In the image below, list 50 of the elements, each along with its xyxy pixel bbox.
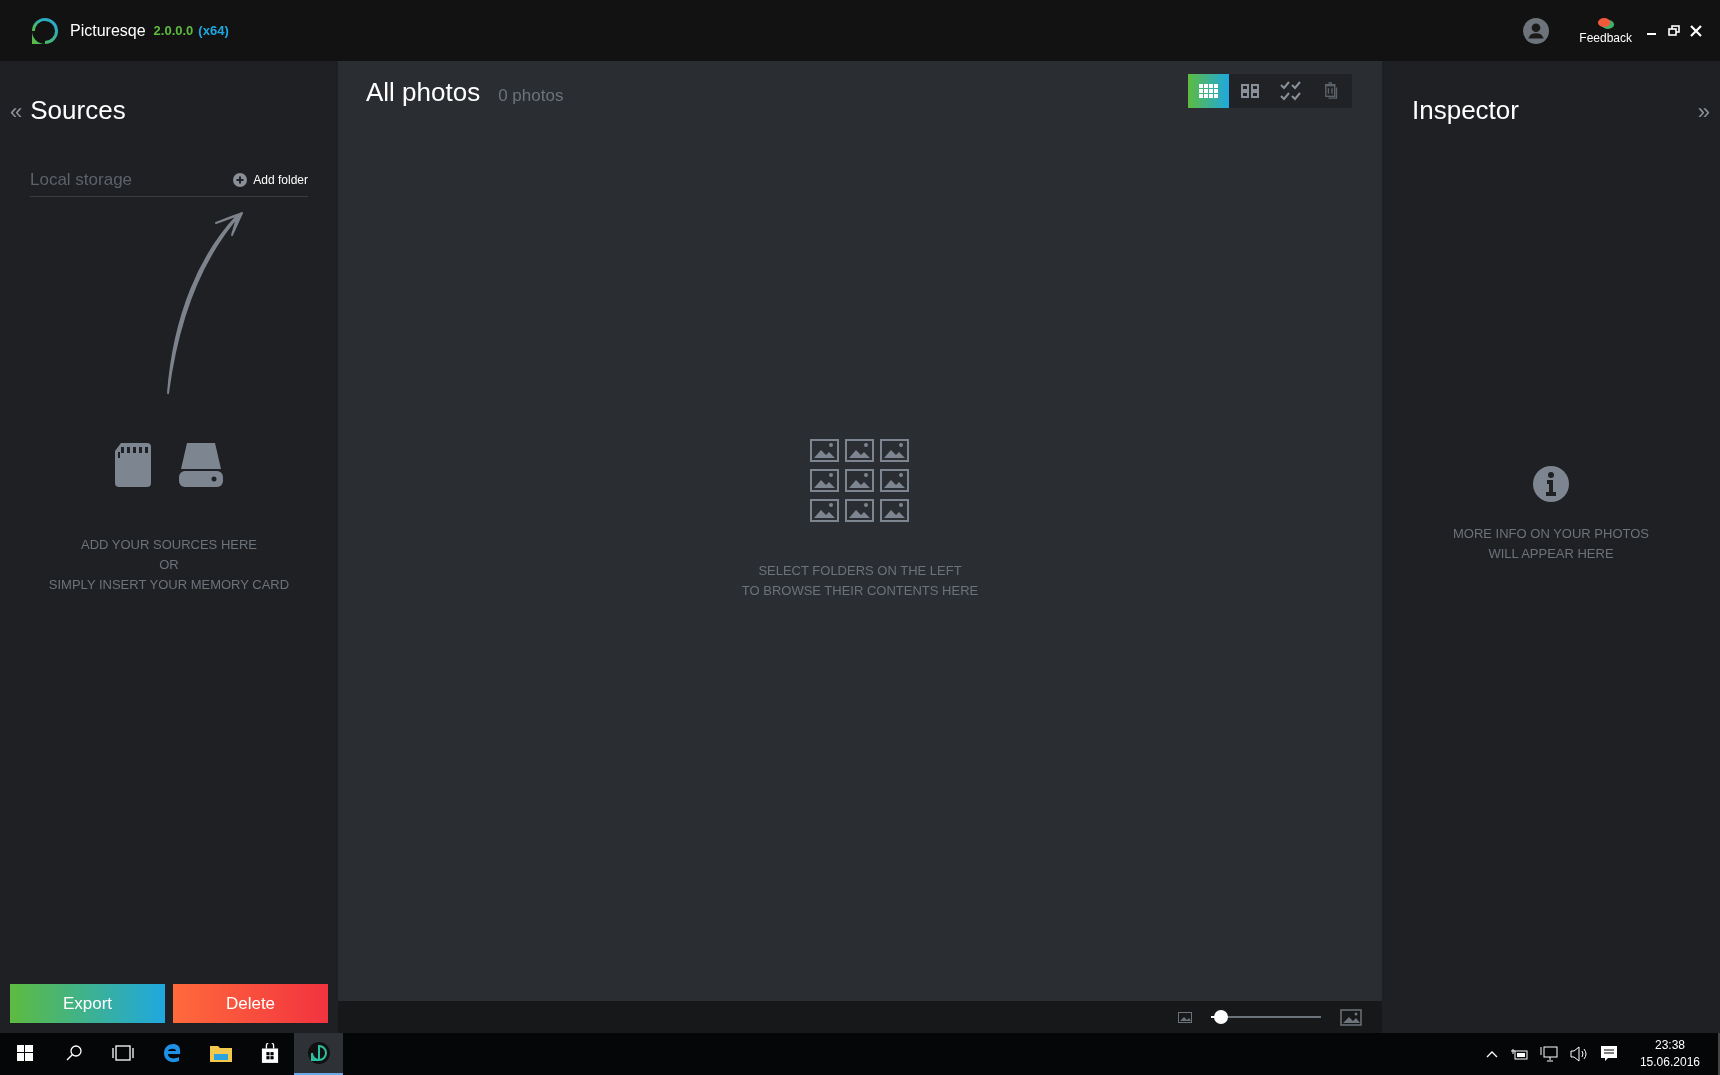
storage-field[interactable]: Local storage bbox=[30, 170, 234, 190]
photo-grid-icon bbox=[810, 438, 910, 523]
app-version: 2.0.0.0 bbox=[153, 23, 194, 38]
restore-icon[interactable] bbox=[1668, 24, 1680, 37]
shopping-bag-icon bbox=[260, 1043, 279, 1063]
large-image-icon bbox=[1340, 1008, 1362, 1026]
empty-hint: SELECT FOLDERS ON THE LEFT TO BROWSE THEIR CONTENTS HERE bbox=[741, 561, 979, 600]
slider-thumb[interactable] bbox=[1213, 1010, 1228, 1024]
collapse-toggle[interactable]: « bbox=[10, 99, 23, 125]
panel-title: Sources bbox=[30, 95, 126, 126]
expand-toggle[interactable]: » bbox=[1697, 99, 1710, 125]
view-title: All photos bbox=[366, 76, 481, 108]
grid-icon bbox=[1198, 83, 1219, 98]
app-name: Picturesqe bbox=[70, 21, 146, 40]
clock-time: 23:38 bbox=[1654, 1037, 1685, 1054]
sources-hint: ADD YOUR SOURCES HERE OR SIMPLY INSERT YOUR MEMORY CARD bbox=[47, 536, 291, 594]
folder-icon bbox=[209, 1044, 232, 1062]
task-view-icon bbox=[111, 1045, 134, 1061]
taskbar-button[interactable] bbox=[294, 1033, 343, 1075]
checkmarks-icon bbox=[1279, 80, 1302, 101]
chevron-up-icon[interactable] bbox=[1485, 1050, 1498, 1058]
feedback-button[interactable]: Feedback bbox=[1579, 16, 1632, 45]
hard-drive-icon bbox=[179, 443, 223, 487]
view-mode-tab[interactable] bbox=[1188, 73, 1229, 108]
panel-title: Inspector bbox=[1412, 95, 1519, 126]
plus-icon bbox=[233, 173, 248, 187]
small-image-icon bbox=[1178, 1011, 1192, 1023]
app-architecture: (x64) bbox=[198, 23, 229, 38]
notification-icon[interactable] bbox=[1599, 1045, 1618, 1063]
add-folder-button[interactable]: Add folder bbox=[233, 173, 308, 187]
speaker-icon[interactable] bbox=[1569, 1046, 1588, 1062]
app-logo-icon bbox=[30, 15, 60, 46]
tiles-icon bbox=[1240, 83, 1259, 98]
delete-button[interactable]: Delete bbox=[173, 984, 328, 1023]
info-icon bbox=[1533, 465, 1569, 502]
trash-stack-icon bbox=[1323, 81, 1340, 100]
user-avatar-icon[interactable] bbox=[1523, 17, 1550, 44]
memory-card-icon bbox=[115, 443, 151, 487]
clock-date: 15.06.2016 bbox=[1639, 1054, 1700, 1071]
windows-logo-icon bbox=[16, 1045, 33, 1061]
close-icon[interactable] bbox=[1690, 24, 1702, 37]
search-icon bbox=[65, 1045, 82, 1061]
app-logo-icon bbox=[307, 1042, 330, 1064]
photo-count: 0 photos bbox=[498, 84, 564, 106]
battery-icon[interactable] bbox=[1509, 1048, 1528, 1060]
export-button[interactable]: Export bbox=[10, 984, 165, 1023]
inspector-hint: MORE INFO ON YOUR PHOTOS WILL APPEAR HERE bbox=[1453, 524, 1649, 563]
network-icon[interactable] bbox=[1539, 1046, 1558, 1062]
browser-e-icon bbox=[161, 1043, 182, 1063]
speech-bubbles-icon bbox=[1596, 16, 1615, 30]
